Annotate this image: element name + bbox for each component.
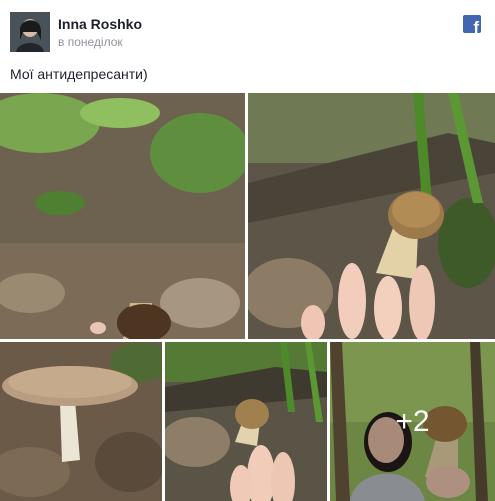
photo-5[interactable]: +2 bbox=[330, 342, 495, 501]
photo-2[interactable] bbox=[248, 93, 495, 339]
more-photos-count: +2 bbox=[395, 404, 430, 438]
photo-4[interactable] bbox=[165, 342, 327, 501]
photo-1-mushroom bbox=[117, 303, 171, 339]
post-text: Мої антидепресанти) bbox=[10, 66, 148, 82]
post-header: Inna Roshko в понеділок f bbox=[0, 0, 495, 58]
author-name[interactable]: Inna Roshko bbox=[58, 16, 142, 32]
facebook-icon[interactable]: f bbox=[463, 15, 481, 33]
photo-2-image bbox=[248, 93, 495, 339]
photo-3[interactable] bbox=[0, 342, 162, 501]
photo-1[interactable] bbox=[0, 93, 245, 339]
photo-3-image bbox=[0, 342, 162, 501]
more-photos-overlay[interactable]: +2 bbox=[330, 342, 495, 501]
avatar[interactable] bbox=[10, 12, 50, 52]
post-timestamp[interactable]: в понеділок bbox=[58, 35, 123, 49]
avatar-photo bbox=[10, 12, 50, 52]
photo-4-image bbox=[165, 342, 327, 501]
